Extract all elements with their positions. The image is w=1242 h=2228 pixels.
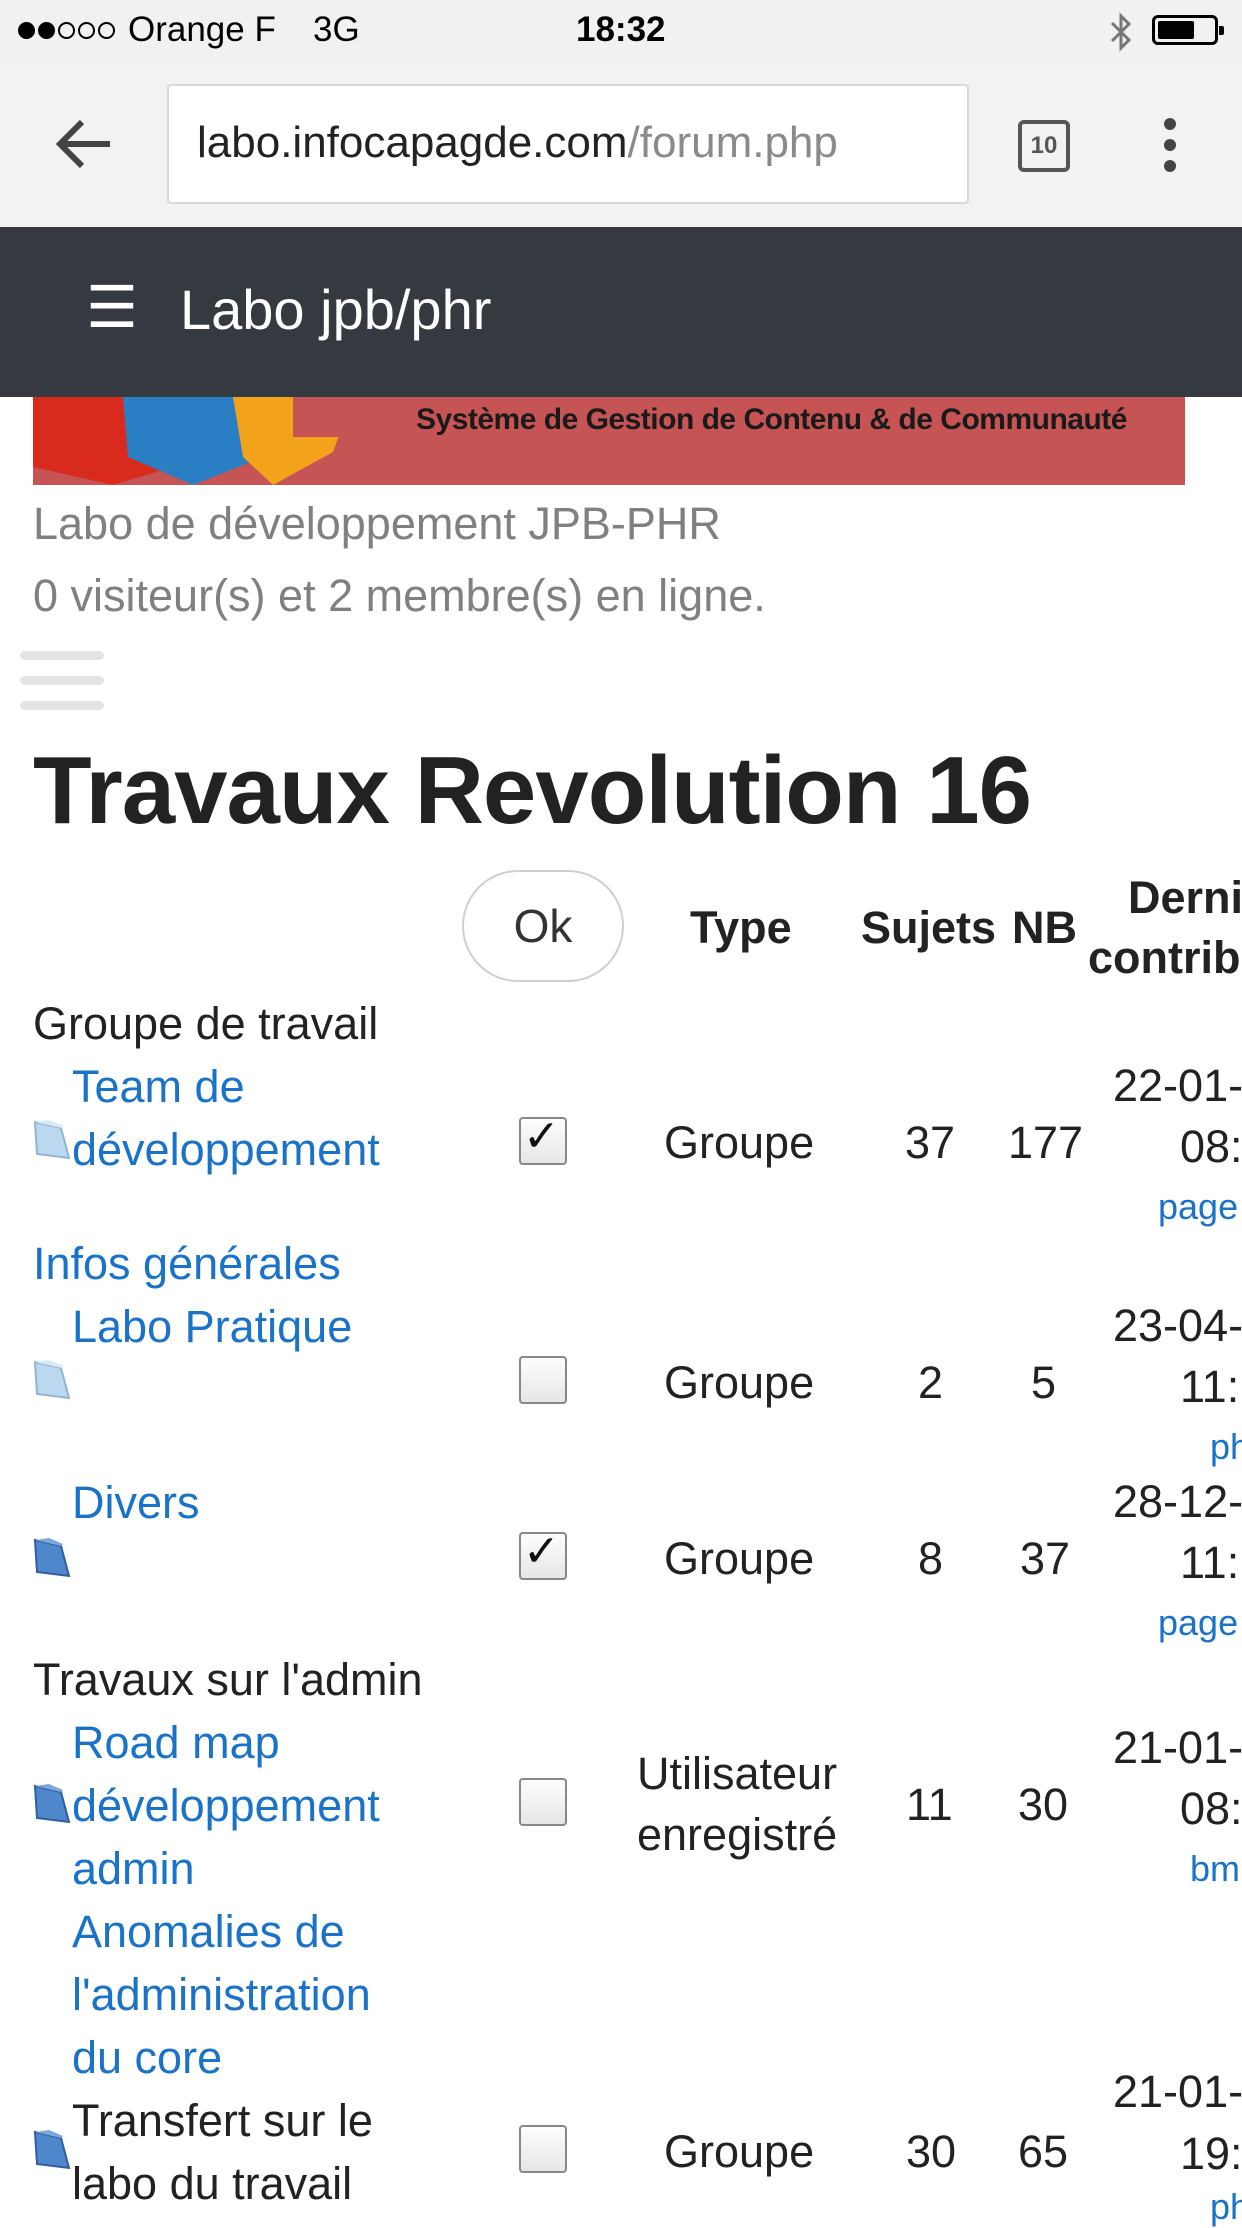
forum-title: Transfert sur le (72, 2095, 373, 2146)
folder-icon (33, 2130, 71, 2170)
type-cell: Groupe (664, 2126, 815, 2177)
forum-link[interactable]: du core (72, 2032, 222, 2084)
forum-link[interactable]: admin (72, 1843, 195, 1895)
signal-dot (98, 22, 115, 39)
folder-icon (33, 1120, 71, 1160)
sujets-cell: 30 (906, 2126, 957, 2177)
last-time: 11: (1180, 1537, 1240, 1588)
signal-dot (58, 22, 75, 39)
clock: 18:32 (576, 10, 666, 49)
last-time: 08: (1180, 1783, 1242, 1834)
sujets-cell: 8 (918, 1533, 944, 1584)
column-header-sujets: Sujets (861, 902, 997, 953)
forum-link[interactable]: développement (72, 1124, 380, 1176)
category-label: Groupe de travail (33, 998, 379, 1049)
forum-link[interactable]: développement (72, 1780, 380, 1832)
last-time: 19: (1180, 2128, 1242, 2179)
last-post-link[interactable]: page (1158, 1602, 1238, 1644)
bluetooth-icon (1110, 12, 1132, 52)
signal-dot (78, 22, 95, 39)
hamburger-icon[interactable]: ☰ (86, 273, 138, 341)
category-label: Travaux sur l'admin (33, 1654, 423, 1705)
last-date: 21-01- (1113, 1722, 1242, 1773)
folder-icon (33, 1784, 71, 1824)
battery-icon (1152, 15, 1224, 45)
forum-link[interactable]: Divers (72, 1477, 200, 1529)
status-bar: Orange F 3G 18:32 (0, 0, 1242, 62)
checkbox[interactable]: ✓ (519, 1527, 567, 1580)
sujets-cell: 37 (905, 1117, 956, 1168)
carrier-name: Orange F (128, 10, 276, 49)
checkbox[interactable]: ✓ (519, 1112, 567, 1165)
nb-cell: 65 (1018, 2126, 1069, 2177)
last-date: 21-01- (1113, 2066, 1242, 2117)
folder-icon (33, 1360, 71, 1400)
forum-link[interactable]: Anomalies de (72, 1906, 345, 1958)
last-date: 23-04- (1113, 1300, 1242, 1351)
signal-dot (38, 22, 55, 39)
url-text: labo.infocapagde.com/forum.php (197, 118, 838, 167)
forum-link[interactable]: l'administration (72, 1969, 371, 2021)
site-title[interactable]: Labo jpb/phr (180, 277, 491, 342)
site-navbar: ☰ Labo jpb/phr (0, 227, 1242, 397)
category-link[interactable]: Infos générales (33, 1238, 341, 1290)
column-header-type: Type (690, 902, 792, 953)
checkbox[interactable] (519, 2125, 567, 2173)
nb-cell: 37 (1020, 1533, 1071, 1584)
type-cell: Groupe (664, 1533, 815, 1584)
forum-link[interactable]: Team de (72, 1061, 245, 1113)
banner-logo (33, 397, 433, 485)
last-post-link[interactable]: ph (1210, 2186, 1242, 2228)
forum-link[interactable]: Labo Pratique (72, 1301, 352, 1353)
site-subtitle: Labo de développement JPB-PHR (33, 498, 721, 549)
column-header-last: contrib (1088, 932, 1241, 983)
type-cell: Utilisateur (637, 1748, 838, 1799)
sujets-cell: 2 (918, 1357, 944, 1408)
type-cell: Groupe (664, 1117, 815, 1168)
nb-cell: 5 (1031, 1357, 1057, 1408)
column-header-last: Derni (1128, 872, 1242, 923)
last-post-link[interactable]: page (1158, 1186, 1238, 1228)
type-cell: Groupe (664, 1357, 815, 1408)
column-header-nb: NB (1012, 902, 1077, 953)
last-post-link[interactable]: ph (1210, 1426, 1242, 1468)
back-arrow-icon[interactable] (54, 116, 114, 172)
check-icon: ✓ (523, 1527, 560, 1576)
sujets-cell: 11 (906, 1779, 953, 1830)
ok-button[interactable]: Ok (462, 870, 624, 982)
page-title: Travaux Revolution 16 (33, 737, 1032, 844)
overflow-menu-icon[interactable] (1158, 116, 1182, 174)
last-date: 22-01- (1113, 1060, 1242, 1111)
address-bar[interactable]: labo.infocapagde.com/forum.php (167, 84, 969, 204)
tab-switcher-icon[interactable]: 10 (1018, 120, 1070, 172)
last-time: 11: (1180, 1361, 1240, 1412)
nb-cell: 30 (1018, 1779, 1069, 1830)
online-users: 0 visiteur(s) et 2 membre(s) en ligne. (33, 570, 766, 621)
signal-dot (18, 22, 35, 39)
check-icon: ✓ (523, 1112, 560, 1161)
last-date: 28-12- (1113, 1476, 1242, 1527)
network-type: 3G (313, 10, 360, 49)
checkbox[interactable] (519, 1778, 567, 1826)
banner-tagline: Système de Gestion de Contenu & de Commu… (416, 403, 1127, 436)
forum-title: labo du travail (72, 2158, 353, 2209)
site-banner: Système de Gestion de Contenu & de Commu… (33, 397, 1185, 485)
checkbox[interactable] (519, 1356, 567, 1404)
forum-link[interactable]: Road map (72, 1717, 280, 1769)
nb-cell: 177 (1008, 1117, 1084, 1168)
last-time: 08: (1180, 1121, 1242, 1172)
last-post-link[interactable]: bm (1190, 1848, 1240, 1890)
folder-icon (33, 1538, 71, 1578)
type-cell: enregistré (637, 1809, 838, 1860)
